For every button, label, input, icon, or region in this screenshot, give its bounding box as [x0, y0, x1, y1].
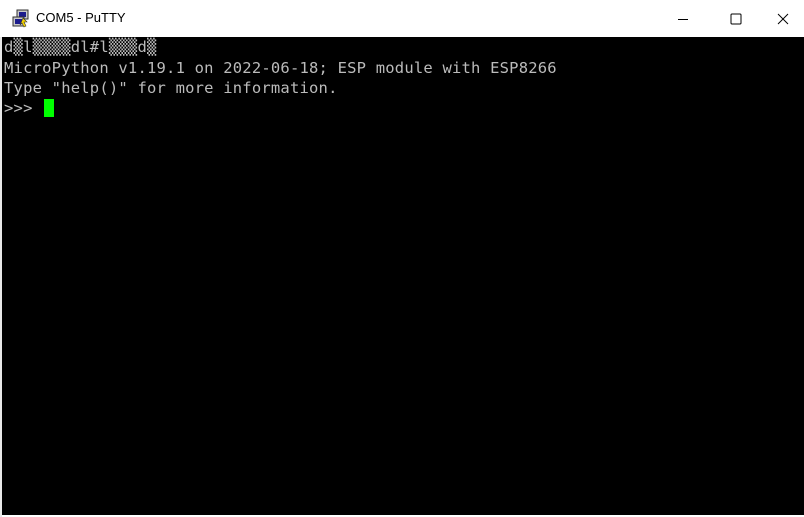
close-icon [777, 13, 789, 24]
minimize-icon [678, 18, 688, 20]
maximize-button[interactable] [713, 0, 759, 37]
terminal-cursor [44, 99, 54, 117]
minimize-button[interactable] [660, 0, 706, 37]
terminal-area[interactable]: d▒l▒▒▒▒dl#l▒▒▒d▒ MicroPython v1.19.1 on … [2, 37, 804, 515]
terminal-prompt: >>> [4, 99, 43, 117]
putty-icon[interactable] [11, 9, 31, 29]
terminal-line: Type "help()" for more information. [4, 79, 338, 97]
close-button[interactable] [760, 0, 804, 37]
window-title: COM5 - PuTTY [36, 10, 126, 25]
putty-window: COM5 - PuTTY d▒l▒▒▒▒dl#l▒▒▒d▒ MicroPytho… [0, 0, 804, 517]
terminal-line: MicroPython v1.19.1 on 2022-06-18; ESP m… [4, 59, 557, 77]
title-bar[interactable]: COM5 - PuTTY [0, 0, 804, 37]
terminal-line: d▒l▒▒▒▒dl#l▒▒▒d▒ [4, 38, 157, 56]
maximize-icon [730, 13, 742, 24]
